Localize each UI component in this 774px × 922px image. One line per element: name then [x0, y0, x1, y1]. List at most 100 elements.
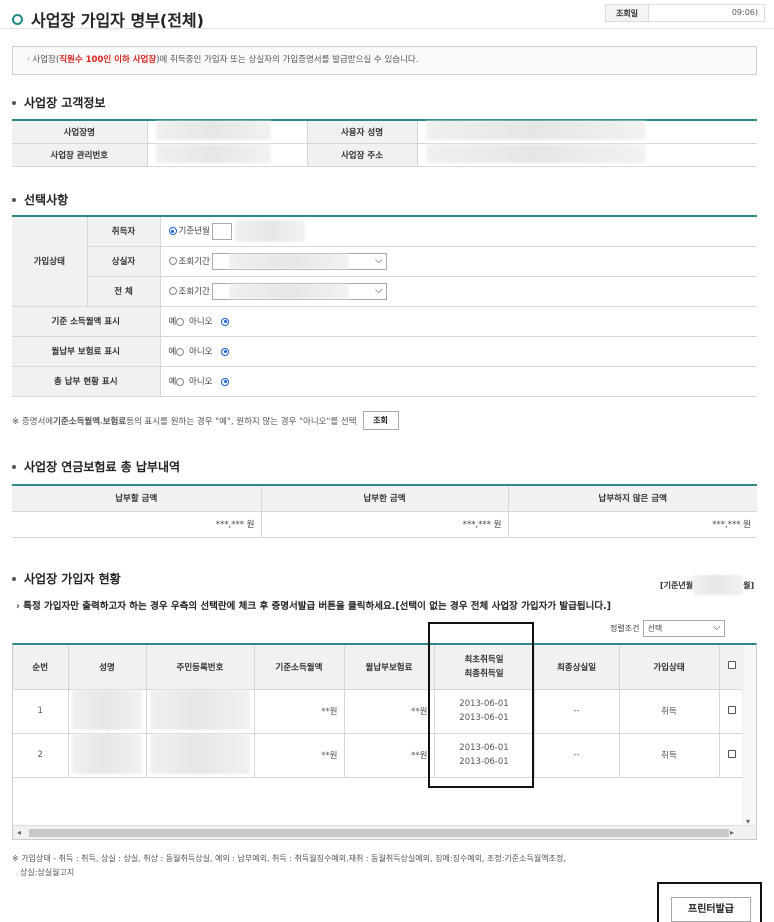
yes-label: 예	[168, 377, 177, 387]
notice-highlight: 직원수 100인 이하 사업장	[59, 55, 157, 65]
show-income-options: 예 아니오	[160, 306, 757, 337]
acquired-option[interactable]: 기준년월	[160, 216, 757, 247]
acquired-date-input[interactable]	[212, 222, 233, 240]
header-divider	[0, 28, 774, 29]
search-button[interactable]: 조회	[362, 411, 399, 430]
inquiry-label: 조회일	[615, 8, 639, 18]
no-label: 아니오	[189, 377, 213, 387]
base-month-end: 월]	[743, 580, 755, 590]
vertical-scrollbar[interactable]: ▾	[742, 645, 756, 828]
notice-suffix: )에 취득중인 가입자 또는 상실자의 가입증명서를 발급받으실 수 있습니다.	[156, 55, 419, 65]
show-total-options: 예 아니오	[160, 366, 757, 397]
lost-mode: 조회기간	[178, 256, 210, 267]
biz-name-label: 사업장명	[12, 120, 148, 144]
table-row: 2 **원 **원 2013-06-01 2013-06-01 -- 취득	[13, 733, 744, 778]
base-month-start: [기준년월	[660, 580, 694, 590]
row-select[interactable]	[719, 689, 744, 734]
row-last-loss: --	[534, 689, 620, 734]
col-premium: 월납부보험료	[344, 645, 435, 690]
print-button[interactable]: 프린터발급	[671, 897, 751, 922]
status-label: 가입상태	[12, 216, 88, 307]
biz-no-value	[147, 143, 308, 167]
biz-name-value	[147, 120, 308, 144]
row-checkbox[interactable]	[727, 705, 736, 714]
acquired-radio[interactable]	[168, 227, 177, 236]
legend-line1: ※ 가입상태 - 취득 : 취득, 상실 : 상실, 취상 : 동월취득상실, …	[12, 854, 566, 863]
select-all-checkbox[interactable]	[727, 661, 736, 670]
row-income: **원	[254, 733, 345, 778]
customer-info-table: 사업장명 사용자 성명 사업장 관리번호 사업장 주소	[12, 119, 757, 167]
members-section-heading: 사업장 가입자 현황	[12, 570, 121, 587]
payment-value-due: ***,*** 원	[12, 511, 262, 538]
bullet-icon	[12, 464, 16, 469]
all-period-select[interactable]: ⌵	[212, 282, 388, 300]
row-premium: **원	[344, 689, 435, 734]
col-status: 가입상태	[619, 645, 720, 690]
payment-header-unpaid: 납부하지 않은 금액	[508, 485, 757, 512]
lost-label: 상실자	[87, 246, 161, 277]
payment-header-due: 납부할 금액	[12, 485, 262, 512]
show-income-label: 기준 소득월액 표시	[12, 306, 161, 337]
notice-box: · 사업장(직원수 100인 이하 사업장)에 취득중인 가입자 또는 상실자의…	[12, 46, 757, 75]
col-income: 기준소득월액	[254, 645, 345, 690]
members-instruction: › 특정 가입자만 출력하고자 하는 경우 우측의 선택란에 체크 후 증명서발…	[16, 598, 611, 612]
col-name: 성명	[68, 645, 147, 690]
scroll-left-icon[interactable]: ◂	[17, 828, 21, 837]
yes-radio[interactable]	[176, 377, 185, 386]
footnote-bold2: 보험료	[102, 416, 127, 427]
horizontal-scroll-thumb[interactable]	[29, 829, 729, 837]
status-legend: ※ 가입상태 - 취득 : 취득, 상실 : 상실, 취상 : 동월취득상실, …	[12, 852, 566, 880]
options-section-title: 선택사항	[24, 193, 69, 207]
row-premium: **원	[344, 733, 435, 778]
owner-name-label: 사용자 성명	[307, 120, 418, 144]
lost-option[interactable]: 조회기간 ⌵	[160, 246, 757, 277]
scroll-right-icon[interactable]: ▸	[730, 828, 734, 837]
payment-value-unpaid: ***,*** 원	[508, 511, 757, 538]
notice-prefix: 사업장(	[32, 55, 60, 65]
row-no: 2	[13, 733, 69, 778]
table-row: 1 **원 **원 2013-06-01 2013-06-01 -- 취득	[13, 689, 744, 734]
chevron-down-icon: ⌵	[374, 284, 383, 296]
row-status: 취득	[619, 733, 720, 778]
no-radio[interactable]	[221, 317, 230, 326]
inquiry-value: 09:06)	[648, 5, 764, 21]
row-rrn	[146, 689, 255, 734]
horizontal-scrollbar[interactable]: ◂ ▸	[13, 825, 756, 839]
all-radio[interactable]	[168, 287, 177, 295]
footnote-post: 등의 표시를 원하는 경우 "예", 원하지 않는 경우 "아니오"를 선택	[126, 416, 357, 427]
sort-value: 선택	[647, 624, 663, 633]
bullet-icon	[12, 100, 16, 105]
no-radio[interactable]	[221, 377, 230, 386]
sort-select[interactable]: 선택 ⌵	[643, 620, 726, 637]
payment-table: 납부할 금액 납부한 금액 납부하지 않은 금액 ***,*** 원 ***,*…	[12, 484, 757, 538]
row-checkbox[interactable]	[727, 749, 736, 758]
yes-radio[interactable]	[176, 317, 185, 326]
members-grid: 순번 성명 주민등록번호 기준소득월액 월납부보험료 최초취득일 최종취득일 최…	[12, 643, 757, 840]
all-option[interactable]: 조회기간 ⌵	[160, 276, 757, 307]
no-label: 아니오	[189, 347, 213, 357]
lost-period-select[interactable]: ⌵	[212, 252, 388, 270]
all-mode: 조회기간	[178, 286, 210, 297]
acquired-label: 취득자	[87, 216, 161, 247]
no-radio[interactable]	[221, 347, 230, 356]
options-section-heading: 선택사항	[12, 191, 68, 208]
base-month-label: [기준년월 월]	[660, 575, 754, 595]
row-rrn	[146, 733, 255, 778]
show-total-label: 총 납부 현황 표시	[12, 366, 161, 397]
options-table: 가입상태 취득자 기준년월 상실자 조회기간 ⌵ 전 체 조회기간 ⌵ 기준 소…	[12, 215, 757, 397]
payment-header-paid: 납부한 금액	[261, 485, 509, 512]
row-select[interactable]	[719, 733, 744, 778]
yes-radio[interactable]	[176, 347, 185, 356]
col-select[interactable]	[719, 645, 744, 690]
no-label: 아니오	[189, 317, 213, 327]
acquisition-highlight-box	[428, 622, 534, 788]
row-status: 취득	[619, 689, 720, 734]
customer-section-title: 사업장 고객정보	[24, 96, 106, 110]
payment-value-paid: ***,*** 원	[261, 511, 509, 538]
biz-no-label: 사업장 관리번호	[12, 143, 148, 167]
address-label: 사업장 주소	[307, 143, 418, 167]
bullet-icon	[12, 197, 16, 202]
lost-radio[interactable]	[168, 257, 177, 265]
sort-control: 정렬조건 선택 ⌵	[610, 620, 726, 637]
show-premium-options: 예 아니오	[160, 336, 757, 367]
